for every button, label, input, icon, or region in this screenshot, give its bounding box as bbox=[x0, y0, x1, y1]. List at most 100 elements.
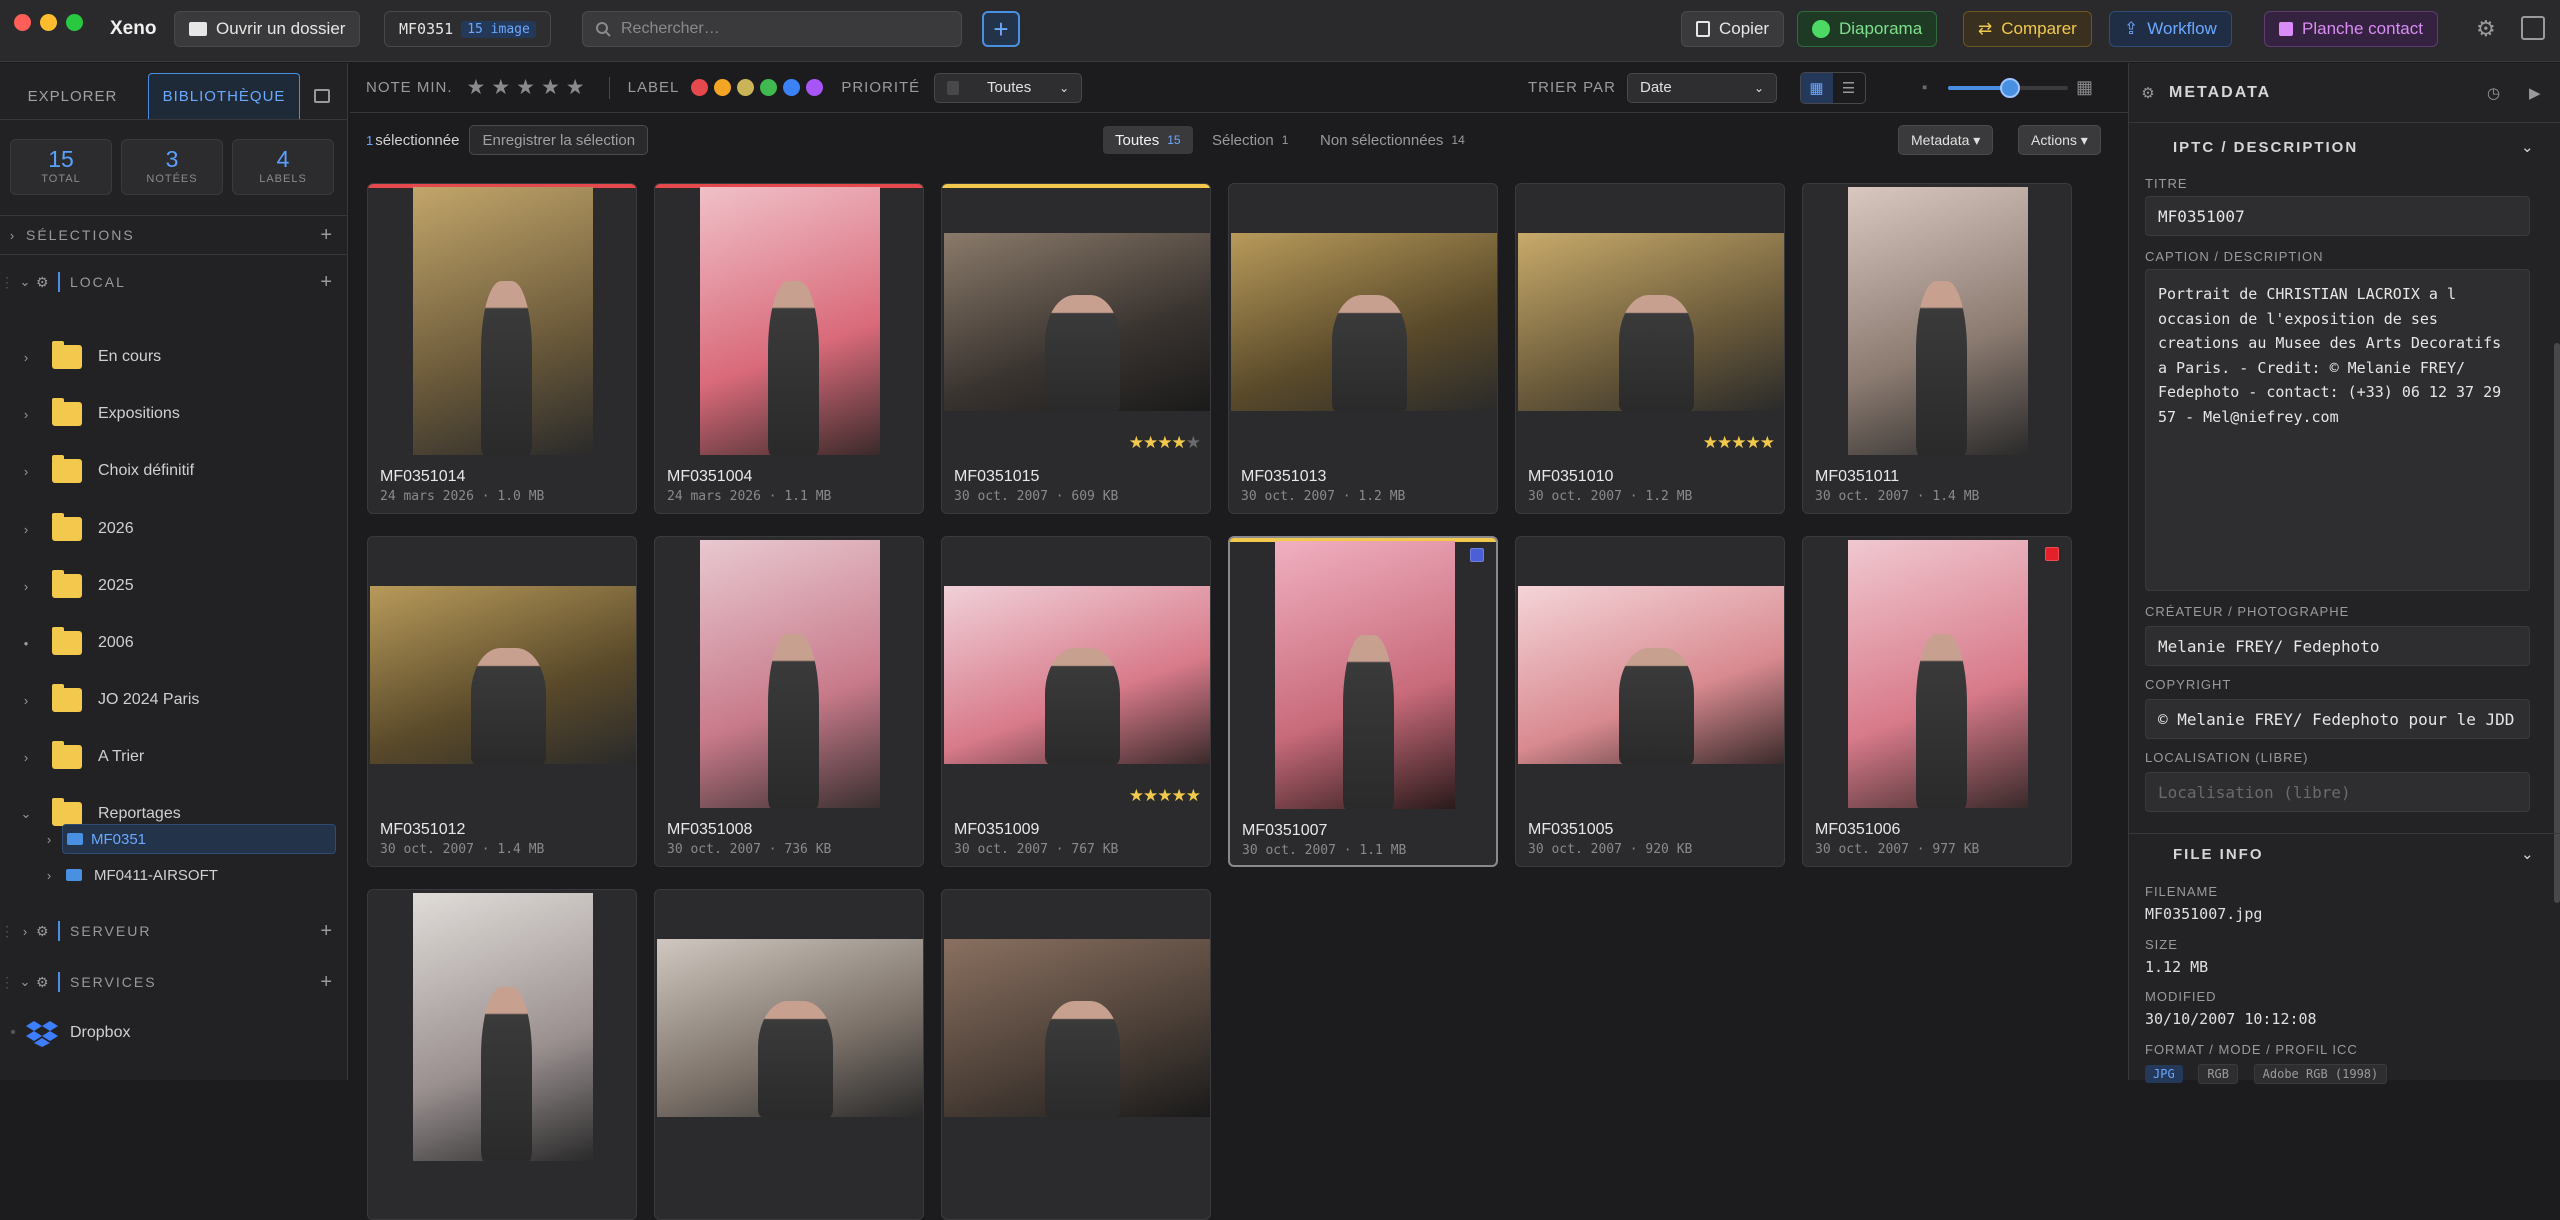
grid-view-icon[interactable]: ▦ bbox=[1801, 72, 1833, 103]
selections-section[interactable]: › SÉLECTIONS + bbox=[0, 215, 348, 255]
caption-field[interactable]: Portrait de CHRISTIAN LACROIX a l occasi… bbox=[2145, 269, 2530, 591]
star-icon[interactable]: ★ bbox=[1129, 433, 1144, 452]
drag-handle-icon[interactable]: ⋮ bbox=[0, 274, 16, 291]
file-info-section-header[interactable]: FILE INFO ⌄ bbox=[2129, 832, 2560, 876]
title-field[interactable]: MF0351007 bbox=[2145, 196, 2530, 236]
min-rating-stars[interactable]: ★★★★★ bbox=[467, 75, 591, 100]
filter-all-tab[interactable]: Toutes 15 bbox=[1103, 126, 1193, 154]
photo-card[interactable] bbox=[654, 889, 924, 1220]
photo-card[interactable]: MF0351015 30 oct. 2007 · 609 KB ★★★★★ bbox=[941, 183, 1211, 514]
copyright-field[interactable]: © Melanie FREY/ Fedephoto pour le JDD bbox=[2145, 699, 2530, 739]
copy-button[interactable]: Copier bbox=[1681, 11, 1785, 47]
star-rating[interactable]: ★★★★★ bbox=[1129, 433, 1201, 453]
star-icon[interactable]: ★ bbox=[1703, 433, 1718, 452]
folder-item[interactable]: › En cours bbox=[0, 337, 348, 377]
services-section[interactable]: ⋮ ⌄ ⚙ SERVICES + bbox=[0, 966, 348, 998]
filter-unselected-tab[interactable]: Non sélectionnées 14 bbox=[1320, 132, 1465, 149]
search-field[interactable]: Rechercher… bbox=[582, 11, 962, 47]
add-service-icon[interactable]: + bbox=[320, 971, 334, 994]
star-icon[interactable]: ★ bbox=[1172, 433, 1187, 452]
label-color-dot[interactable] bbox=[714, 79, 732, 96]
thumbnail-size-slider[interactable] bbox=[1948, 78, 2068, 98]
collapse-sidebar-icon[interactable] bbox=[314, 89, 330, 103]
label-color-dot[interactable] bbox=[691, 79, 709, 96]
panel-scrollbar[interactable] bbox=[2554, 343, 2560, 903]
play-icon[interactable]: ▶ bbox=[2529, 84, 2543, 102]
star-icon[interactable]: ★ bbox=[1731, 433, 1746, 452]
folder-item[interactable]: › A Trier bbox=[0, 737, 348, 777]
star-rating[interactable]: ★★★★★ bbox=[1703, 433, 1775, 453]
star-icon[interactable]: ★ bbox=[1129, 786, 1144, 805]
open-folder-button[interactable]: Ouvrir un dossier bbox=[174, 11, 361, 47]
save-selection-button[interactable]: Enregistrer la sélection bbox=[469, 125, 649, 155]
label-color-dot[interactable] bbox=[806, 79, 824, 96]
slider-handle[interactable] bbox=[2000, 78, 2020, 98]
iptc-section-header[interactable]: IPTC / DESCRIPTION ⌄ bbox=[2129, 125, 2560, 169]
list-view-icon[interactable]: ☰ bbox=[1833, 73, 1865, 103]
panel-toggle-icon[interactable] bbox=[2521, 16, 2545, 40]
history-icon[interactable]: ◷ bbox=[2487, 84, 2502, 102]
priority-select[interactable]: Toutes ⌄ bbox=[934, 72, 1083, 103]
metadata-dropdown-button[interactable]: Metadata ▾ bbox=[1898, 125, 1994, 155]
star-icon[interactable]: ★ bbox=[1143, 433, 1158, 452]
star-icon[interactable]: ★ bbox=[1157, 786, 1172, 805]
close-window-button[interactable] bbox=[14, 14, 31, 31]
label-color-dot[interactable] bbox=[737, 79, 755, 96]
filter-selection-tab[interactable]: Sélection 1 bbox=[1212, 132, 1288, 149]
photo-card[interactable]: MF0351009 30 oct. 2007 · 767 KB ★★★★★ bbox=[941, 536, 1211, 867]
photo-card[interactable]: MF0351004 24 mars 2026 · 1.1 MB bbox=[654, 183, 924, 514]
sort-select[interactable]: Date ⌄ bbox=[1627, 72, 1777, 103]
star-icon[interactable]: ★ bbox=[1186, 433, 1201, 452]
tab-library[interactable]: BIBLIOTHÈQUE bbox=[148, 73, 300, 119]
star-icon[interactable]: ★ bbox=[1717, 433, 1732, 452]
local-section[interactable]: ⋮ ⌄ ⚙ LOCAL + bbox=[0, 266, 348, 298]
photo-card[interactable]: MF0351014 24 mars 2026 · 1.0 MB bbox=[367, 183, 637, 514]
add-button[interactable]: + bbox=[982, 11, 1020, 47]
star-icon[interactable]: ★ bbox=[1186, 786, 1201, 805]
photo-card[interactable]: MF0351010 30 oct. 2007 · 1.2 MB ★★★★★ bbox=[1515, 183, 1785, 514]
subfolder-mf0351[interactable]: › MF0351 bbox=[0, 823, 348, 855]
compare-button[interactable]: ⇄ Comparer bbox=[1963, 11, 2092, 47]
photo-card[interactable]: MF0351011 30 oct. 2007 · 1.4 MB bbox=[1802, 183, 2072, 514]
star-icon[interactable]: ★ bbox=[1157, 433, 1172, 452]
zoom-window-button[interactable] bbox=[66, 14, 83, 31]
photo-card[interactable]: MF0351012 30 oct. 2007 · 1.4 MB bbox=[367, 536, 637, 867]
gear-icon[interactable]: ⚙ bbox=[2476, 16, 2496, 42]
star-icon[interactable]: ★ bbox=[1760, 433, 1775, 452]
minimize-window-button[interactable] bbox=[40, 14, 57, 31]
actions-dropdown-button[interactable]: Actions ▾ bbox=[2018, 125, 2101, 155]
label-color-dot[interactable] bbox=[760, 79, 778, 96]
star-icon[interactable]: ★ bbox=[1172, 786, 1187, 805]
dropbox-item[interactable]: • Dropbox bbox=[0, 1013, 348, 1053]
photo-card[interactable]: MF0351008 30 oct. 2007 · 736 KB bbox=[654, 536, 924, 867]
add-selection-icon[interactable]: + bbox=[320, 224, 334, 247]
photo-card[interactable]: MF0351007 30 oct. 2007 · 1.1 MB bbox=[1228, 536, 1498, 867]
location-field[interactable]: Localisation (libre) bbox=[2145, 772, 2530, 812]
folder-item[interactable]: › 2025 bbox=[0, 566, 348, 606]
workflow-button[interactable]: ⇪ Workflow bbox=[2109, 11, 2232, 47]
creator-field[interactable]: Melanie FREY/ Fedephoto bbox=[2145, 626, 2530, 666]
slideshow-button[interactable]: Diaporama bbox=[1797, 11, 1938, 47]
folder-item[interactable]: • 2006 bbox=[0, 623, 348, 663]
tab-explorer[interactable]: EXPLORER bbox=[0, 73, 145, 119]
photo-card[interactable]: MF0351013 30 oct. 2007 · 1.2 MB bbox=[1228, 183, 1498, 514]
photo-card[interactable] bbox=[941, 889, 1211, 1220]
drag-handle-icon[interactable]: ⋮ bbox=[0, 923, 16, 940]
photo-card[interactable]: MF0351005 30 oct. 2007 · 920 KB bbox=[1515, 536, 1785, 867]
add-server-icon[interactable]: + bbox=[320, 920, 334, 943]
subfolder-mf0411-airsoft[interactable]: › MF0411-AIRSOFT bbox=[0, 859, 348, 891]
server-section[interactable]: ⋮ › ⚙ SERVEUR + bbox=[0, 915, 348, 947]
folder-item[interactable]: › 2026 bbox=[0, 509, 348, 549]
star-icon[interactable]: ★ bbox=[1746, 433, 1761, 452]
folder-item[interactable]: › Choix définitif bbox=[0, 451, 348, 491]
star-icon[interactable]: ★ bbox=[1143, 786, 1158, 805]
star-rating[interactable]: ★★★★★ bbox=[1129, 786, 1201, 806]
contact-sheet-button[interactable]: Planche contact bbox=[2264, 11, 2438, 47]
photo-card[interactable] bbox=[367, 889, 637, 1220]
photo-card[interactable]: MF0351006 30 oct. 2007 · 977 KB bbox=[1802, 536, 2072, 867]
drag-handle-icon[interactable]: ⋮ bbox=[0, 974, 16, 991]
label-color-dot[interactable] bbox=[783, 79, 801, 96]
folder-item[interactable]: › JO 2024 Paris bbox=[0, 680, 348, 720]
folder-item[interactable]: › Expositions bbox=[0, 394, 348, 434]
add-local-icon[interactable]: + bbox=[320, 271, 334, 294]
